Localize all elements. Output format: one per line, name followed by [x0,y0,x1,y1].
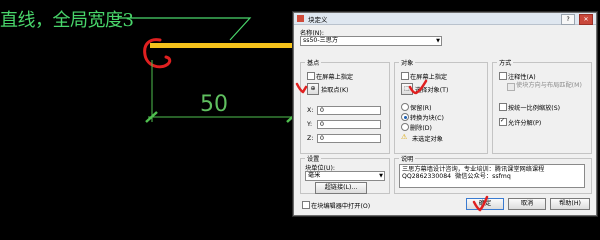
block-definition-dialog: 块定义 ? ✕ 名称(N): ss50-三思方 ▼ 基点 在屏幕上指定 ⊕ 拾取… [293,12,597,216]
objects-specify-checkbox[interactable] [401,72,409,80]
annotation-title: 直线，全局宽度3 [0,10,134,31]
help-title-button[interactable]: ? [561,14,576,25]
name-value: ss50-三思方 [303,37,339,44]
no-objects-label: 未选定对象 [412,136,443,143]
retain-label: 保留(R) [410,105,432,112]
z-input[interactable]: 0 [317,134,381,143]
settings-title: 设置 [305,154,322,163]
description-line-1: 三思方幕墙设计咨询，专业培训：腾讯课堂网络课程 [402,166,545,173]
x-input[interactable]: 0 [317,106,381,115]
dialog-titlebar[interactable]: 块定义 ? ✕ [294,13,596,25]
y-label: Y: [307,121,313,128]
description-group: 说明 三思方幕墙设计咨询，专业培训：腾讯课堂网络课程 QQ2862330084 微… [394,154,592,194]
select-objects-label[interactable]: 选择对象(T) [415,85,448,94]
objects-group: 对象 在屏幕上指定 ⬚ 选择对象(T) 保留(R) 转换为块(C) 删除(D) … [394,58,488,154]
description-line-2: QQ2862330084 微信公众号：ssfmq [402,173,511,180]
chevron-down-icon: ▼ [436,38,440,44]
scale-uniformly-checkbox[interactable] [499,103,507,111]
ok-button[interactable]: 确定 [466,198,504,210]
close-icon[interactable]: ✕ [579,14,593,25]
select-objects-icon[interactable]: ⬚ [401,83,413,95]
description-textarea[interactable]: 三思方幕墙设计咨询，专业培训：腾讯课堂网络课程 QQ2862330084 微信公众… [399,164,585,188]
retain-radio[interactable] [401,103,409,111]
description-title: 说明 [399,154,416,163]
cancel-button[interactable]: 取消 [508,198,546,210]
allow-exploding-label: 允许分解(P) [508,120,542,127]
allow-exploding-checkbox[interactable] [499,117,507,126]
settings-group: 设置 块单位(U): 毫米 ▼ 超链接(L)... [300,154,390,194]
pick-point-icon[interactable]: ⊕ [307,83,319,95]
base-point-group: 基点 在屏幕上指定 ⊕ 拾取点(K) X: 0 Y: 0 Z: 0 [300,58,390,154]
block-unit-value: 毫米 [308,172,321,179]
delete-radio[interactable] [401,123,409,131]
scale-uniformly-label: 按统一比例缩放(S) [508,105,561,112]
open-in-editor-checkbox[interactable] [302,201,310,209]
behavior-group: 方式 注释性(A) 使块方向与布局匹配(M) 按统一比例缩放(S) 允许分解(P… [492,58,592,154]
pick-point-label[interactable]: 拾取点(K) [321,85,348,94]
yellow-polyline [150,43,298,48]
warning-icon: ⚠ [401,133,408,141]
annotation-leader-line [118,17,252,41]
hyperlink-button[interactable]: 超链接(L)... [315,182,367,194]
delete-label: 删除(D) [410,125,432,132]
chevron-down-icon: ▼ [379,173,383,179]
objects-title: 对象 [399,58,416,67]
match-orientation-label: 使块方向与布局匹配(M) [516,82,582,89]
app-icon [297,15,304,22]
z-label: Z: [307,135,314,142]
behavior-title: 方式 [497,58,514,67]
x-label: X: [307,107,314,114]
dialog-title: 块定义 [308,16,328,24]
dimension-value: 50 [200,92,228,117]
annotative-checkbox[interactable] [499,72,507,80]
base-specify-checkbox[interactable] [307,72,315,80]
help-button[interactable]: 帮助(H) [550,198,590,210]
name-combobox[interactable]: ss50-三思方 ▼ [300,36,442,46]
open-in-editor-label: 在块编辑器中打开(O) [311,203,371,210]
base-point-title: 基点 [305,58,322,67]
convert-radio[interactable] [401,113,409,121]
y-input[interactable]: 0 [317,120,381,129]
objects-specify-label: 在屏幕上指定 [410,74,448,81]
convert-label: 转换为块(C) [410,115,444,122]
base-specify-label: 在屏幕上指定 [316,74,354,81]
annotative-label: 注释性(A) [508,74,536,81]
block-unit-select[interactable]: 毫米 ▼ [305,171,385,181]
match-orientation-checkbox[interactable] [507,83,515,91]
